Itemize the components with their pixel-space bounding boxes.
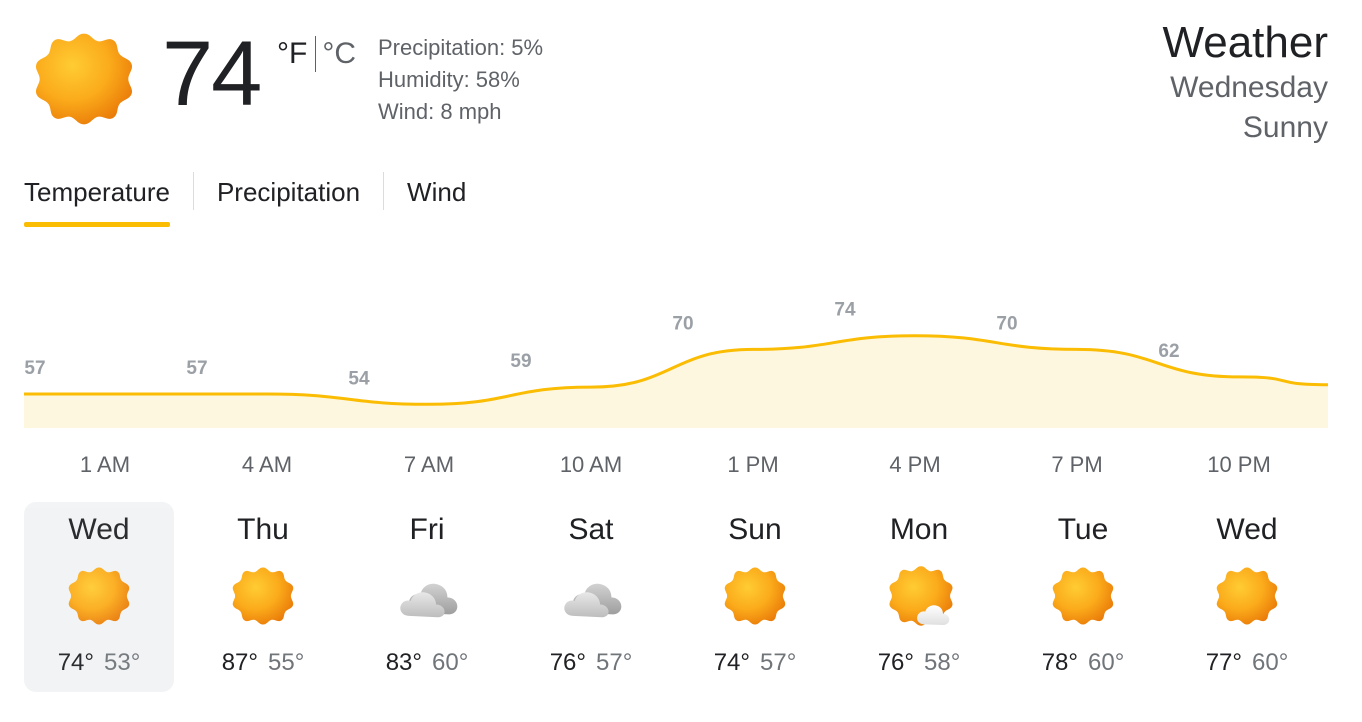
chart-area bbox=[24, 335, 1328, 428]
tab-temperature[interactable]: Temperature bbox=[24, 170, 170, 227]
chart-tabs: Temperature Precipitation Wind bbox=[24, 170, 466, 230]
hour-axis: 1 AM 4 AM 7 AM 10 AM 1 PM 4 PM 7 PM 10 P… bbox=[24, 452, 1328, 482]
low-temp: 60° bbox=[1088, 649, 1125, 676]
sun-icon bbox=[30, 25, 138, 133]
day-card[interactable]: Fri 83° 60° bbox=[352, 502, 502, 692]
tab-divider bbox=[383, 172, 385, 210]
hour-label: 1 PM bbox=[727, 452, 779, 477]
unit-toggle: °F °C bbox=[277, 36, 356, 72]
day-name: Thu bbox=[237, 513, 289, 546]
hour-label: 1 AM bbox=[79, 452, 131, 477]
day-name: Tue bbox=[1057, 513, 1109, 546]
hour-label: 10 AM bbox=[559, 452, 623, 477]
day-temps: 83° 60° bbox=[352, 648, 502, 678]
weather-title: Weather bbox=[1162, 18, 1329, 67]
high-temp: 74° bbox=[57, 649, 94, 676]
day-name: Fri bbox=[409, 513, 445, 546]
low-temp: 58° bbox=[924, 649, 961, 676]
low-temp: 55° bbox=[268, 649, 305, 676]
temperature-chart: 57 57 54 59 70 74 70 62 bbox=[24, 300, 1328, 428]
day-name: Sun bbox=[728, 513, 782, 546]
day-card[interactable]: Thu 87° 55° bbox=[188, 502, 338, 692]
tab-precipitation[interactable]: Precipitation bbox=[217, 170, 360, 218]
partly-cloudy-icon bbox=[885, 562, 953, 630]
day-temps: 74° 53° bbox=[24, 648, 174, 678]
day-temps: 87° 55° bbox=[188, 648, 338, 678]
high-temp: 87° bbox=[221, 649, 258, 676]
day-card[interactable]: Sat 76° 57° bbox=[516, 502, 666, 692]
weather-header: Weather Wednesday Sunny bbox=[1163, 18, 1329, 148]
day-name: Sat bbox=[568, 513, 614, 546]
chart-value-label: 54 bbox=[348, 368, 370, 389]
sun-icon bbox=[1049, 562, 1117, 630]
day-temps: 76° 58° bbox=[844, 648, 994, 678]
hour-label: 4 AM bbox=[241, 452, 293, 477]
high-temp: 76° bbox=[549, 649, 586, 676]
day-temps: 74° 57° bbox=[680, 648, 830, 678]
chart-value-label: 59 bbox=[510, 351, 531, 372]
weather-details: Precipitation: 5% Humidity: 58% Wind: 8 … bbox=[378, 32, 543, 128]
day-temps: 78° 60° bbox=[1008, 648, 1158, 678]
hour-label: 7 AM bbox=[403, 452, 455, 477]
high-temp: 78° bbox=[1041, 649, 1078, 676]
day-card[interactable]: Mon 76° 58° bbox=[844, 502, 994, 692]
chart-value-label: 70 bbox=[996, 313, 1017, 334]
sun-icon bbox=[229, 562, 297, 630]
current-day: Wednesday bbox=[1170, 71, 1328, 104]
high-temp: 76° bbox=[877, 649, 914, 676]
precipitation-text: Precipitation: 5% bbox=[378, 35, 544, 60]
chart-value-label: 62 bbox=[1158, 341, 1179, 362]
tab-divider bbox=[192, 172, 194, 210]
day-name: Wed bbox=[1216, 513, 1278, 546]
fahrenheit-button[interactable]: °F bbox=[277, 36, 307, 72]
low-temp: 57° bbox=[760, 649, 797, 676]
low-temp: 60° bbox=[1252, 649, 1289, 676]
sun-icon bbox=[1213, 562, 1281, 630]
low-temp: 53° bbox=[104, 649, 141, 676]
high-temp: 74° bbox=[713, 649, 750, 676]
day-card[interactable]: Tue 78° 60° bbox=[1008, 502, 1158, 692]
day-temps: 77° 60° bbox=[1172, 648, 1322, 678]
day-card[interactable]: Wed 77° 60° bbox=[1172, 502, 1322, 692]
hour-label: 10 PM bbox=[1207, 452, 1271, 477]
humidity-text: Humidity: 58% bbox=[378, 67, 520, 92]
celsius-button[interactable]: °C bbox=[322, 36, 356, 72]
sun-icon bbox=[65, 562, 133, 630]
day-card[interactable]: Wed 74° 53° bbox=[24, 502, 174, 692]
tab-wind[interactable]: Wind bbox=[407, 170, 466, 218]
high-temp: 77° bbox=[1205, 649, 1242, 676]
current-condition: Sunny bbox=[1242, 111, 1328, 144]
wind-text: Wind: 8 mph bbox=[378, 99, 502, 124]
day-name: Wed bbox=[68, 513, 130, 546]
low-temp: 60° bbox=[432, 649, 469, 676]
chart-value-label: 70 bbox=[672, 313, 693, 334]
day-temps: 76° 57° bbox=[516, 648, 666, 678]
day-card[interactable]: Sun 74° 57° bbox=[680, 502, 830, 692]
current-temperature: 74 bbox=[162, 23, 262, 125]
low-temp: 57° bbox=[596, 649, 633, 676]
hour-label: 4 PM bbox=[889, 452, 941, 477]
chart-value-label: 74 bbox=[834, 300, 856, 321]
chart-value-label: 57 bbox=[24, 358, 45, 379]
daily-forecast: Wed 74° 53° Thu 87° 55° Fri 83° 60° Sat 76°… bbox=[24, 502, 1334, 692]
day-name: Mon bbox=[889, 513, 949, 546]
hour-label: 7 PM bbox=[1051, 452, 1103, 477]
unit-divider bbox=[315, 36, 317, 72]
cloud-icon bbox=[393, 562, 461, 630]
sun-icon bbox=[721, 562, 789, 630]
chart-value-label: 57 bbox=[186, 358, 207, 379]
cloud-icon bbox=[557, 562, 625, 630]
high-temp: 83° bbox=[385, 649, 422, 676]
